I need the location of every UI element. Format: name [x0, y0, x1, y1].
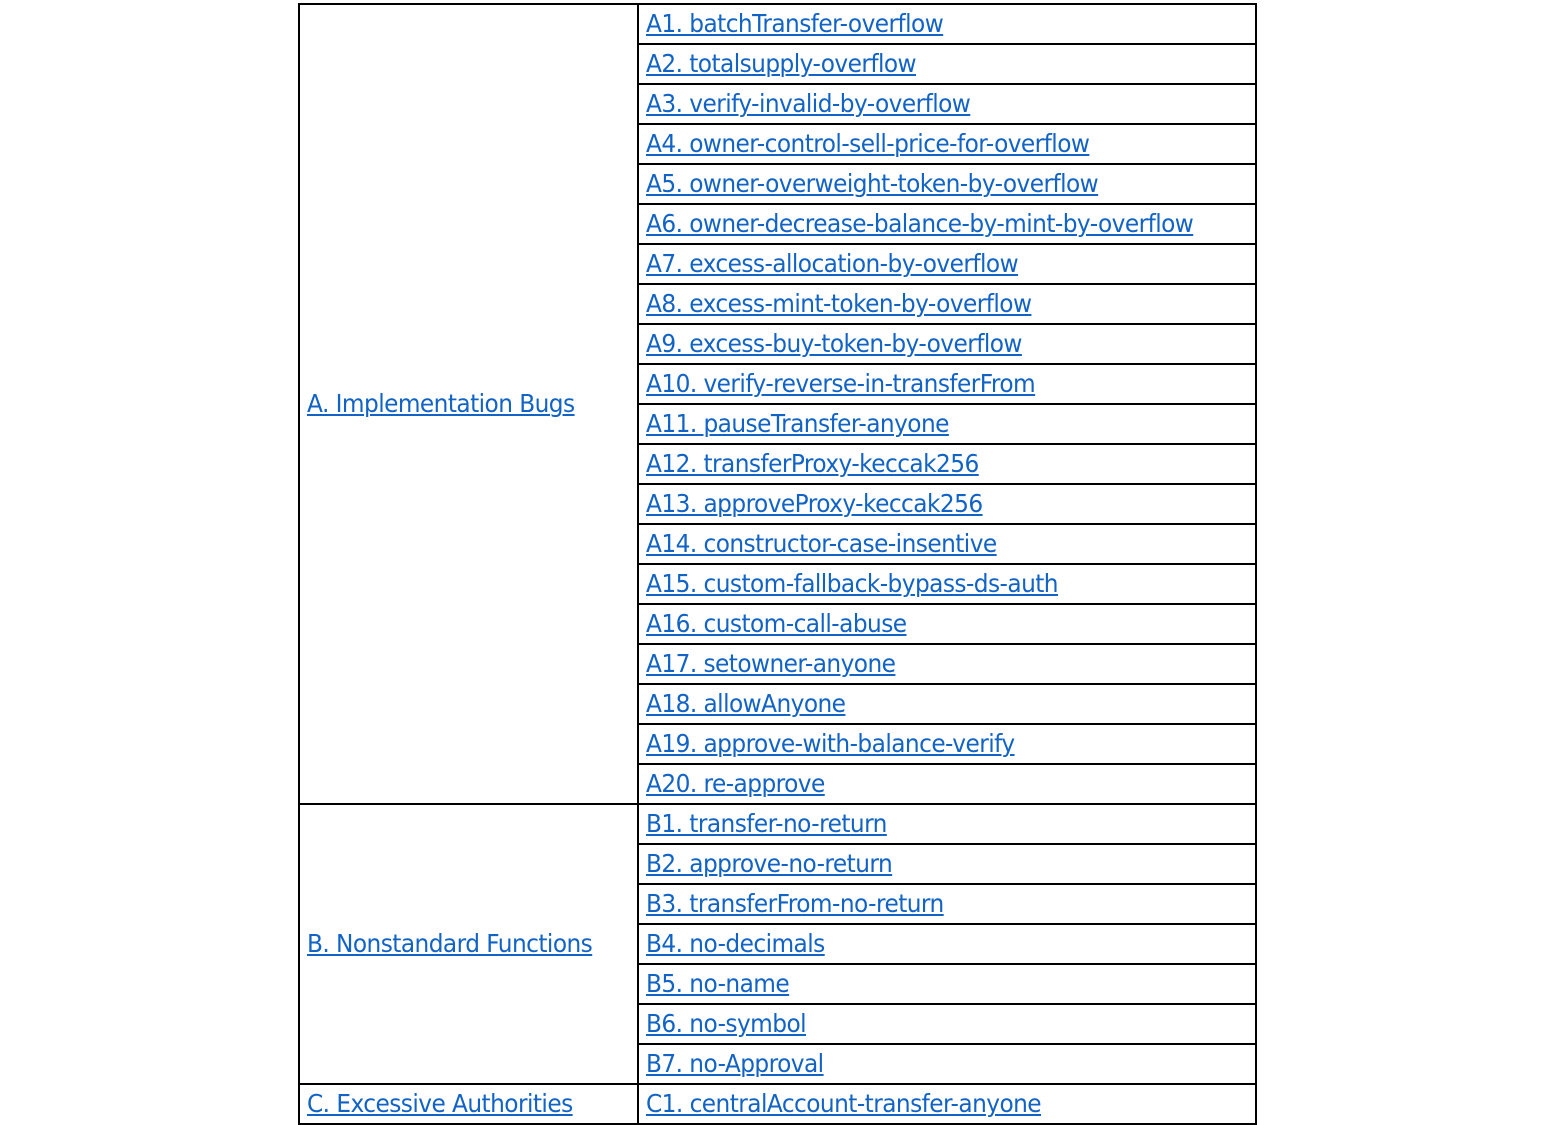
item-cell: C1. centralAccount-transfer-anyone	[637, 1083, 1257, 1125]
item-link[interactable]: A20. re-approve	[646, 770, 825, 797]
item-cell: A9. excess-buy-token-by-overflow	[637, 323, 1257, 365]
item-cell: A7. excess-allocation-by-overflow	[637, 243, 1257, 285]
item-link[interactable]: A9. excess-buy-token-by-overflow	[646, 330, 1022, 357]
item-link[interactable]: B1. transfer-no-return	[646, 810, 887, 837]
item-link[interactable]: A17. setowner-anyone	[646, 650, 896, 677]
item-link[interactable]: B5. no-name	[646, 970, 790, 997]
page-root: A. Implementation Bugs A1. batchTransfer-…	[0, 0, 1564, 1125]
item-link[interactable]: A7. excess-allocation-by-overflow	[646, 250, 1019, 277]
item-cell: B6. no-symbol	[637, 1003, 1257, 1045]
item-cell: A10. verify-reverse-in-transferFrom	[637, 363, 1257, 405]
item-link[interactable]: A11. pauseTransfer-anyone	[646, 410, 949, 437]
item-link[interactable]: A3. verify-invalid-by-overflow	[646, 90, 971, 117]
item-cell: A1. batchTransfer-overflow	[637, 3, 1257, 45]
item-cell: A20. re-approve	[637, 763, 1257, 805]
item-link[interactable]: B3. transferFrom-no-return	[646, 890, 944, 917]
item-cell: A8. excess-mint-token-by-overflow	[637, 283, 1257, 325]
category-cell: C. Excessive Authorities	[298, 1083, 639, 1125]
item-cell: A3. verify-invalid-by-overflow	[637, 83, 1257, 125]
item-cell: A19. approve-with-balance-verify	[637, 723, 1257, 765]
category-link[interactable]: A. Implementation Bugs	[307, 390, 575, 417]
item-link[interactable]: A19. approve-with-balance-verify	[646, 730, 1015, 757]
item-cell: B4. no-decimals	[637, 923, 1257, 965]
item-link[interactable]: B2. approve-no-return	[646, 850, 893, 877]
item-link[interactable]: A10. verify-reverse-in-transferFrom	[646, 370, 1036, 397]
bug-taxonomy-table: A. Implementation Bugs A1. batchTransfer-…	[298, 3, 1257, 1125]
item-cell: A15. custom-fallback-bypass-ds-auth	[637, 563, 1257, 605]
item-cell: A5. owner-overweight-token-by-overflow	[637, 163, 1257, 205]
item-cell: A11. pauseTransfer-anyone	[637, 403, 1257, 445]
category-link[interactable]: C. Excessive Authorities	[307, 1090, 573, 1117]
item-link[interactable]: A18. allowAnyone	[646, 690, 846, 717]
item-link[interactable]: A6. owner-decrease-balance-by-mint-by-ov…	[646, 210, 1194, 237]
item-cell: A4. owner-control-sell-price-for-overflo…	[637, 123, 1257, 165]
item-link[interactable]: B6. no-symbol	[646, 1010, 807, 1037]
item-cell: A13. approveProxy-keccak256	[637, 483, 1257, 525]
category-cell: A. Implementation Bugs	[298, 3, 639, 805]
item-link[interactable]: A2. totalsupply-overflow	[646, 50, 917, 77]
item-cell: A18. allowAnyone	[637, 683, 1257, 725]
item-link[interactable]: A1. batchTransfer-overflow	[646, 10, 944, 37]
item-cell: A2. totalsupply-overflow	[637, 43, 1257, 85]
item-cell: B1. transfer-no-return	[637, 803, 1257, 845]
item-link[interactable]: A4. owner-control-sell-price-for-overflo…	[646, 130, 1090, 157]
table-row: A. Implementation Bugs A1. batchTransfer-…	[298, 3, 1257, 805]
item-link[interactable]: A13. approveProxy-keccak256	[646, 490, 983, 517]
item-cell: B2. approve-no-return	[637, 843, 1257, 885]
item-link[interactable]: C1. centralAccount-transfer-anyone	[646, 1090, 1042, 1117]
category-link[interactable]: B. Nonstandard Functions	[307, 930, 593, 957]
item-cell: A16. custom-call-abuse	[637, 603, 1257, 645]
item-link[interactable]: A14. constructor-case-insentive	[646, 530, 997, 557]
item-cell: B5. no-name	[637, 963, 1257, 1005]
item-link[interactable]: A8. excess-mint-token-by-overflow	[646, 290, 1032, 317]
taxonomy-table-container: A. Implementation Bugs A1. batchTransfer-…	[298, 3, 1257, 1125]
item-link[interactable]: B7. no-Approval	[646, 1050, 824, 1077]
item-cell: A17. setowner-anyone	[637, 643, 1257, 685]
item-link[interactable]: A15. custom-fallback-bypass-ds-auth	[646, 570, 1059, 597]
item-link[interactable]: B4. no-decimals	[646, 930, 825, 957]
item-cell: B3. transferFrom-no-return	[637, 883, 1257, 925]
table-row: C. Excessive Authorities C1. centralAccou…	[298, 1083, 1257, 1125]
item-link[interactable]: A12. transferProxy-keccak256	[646, 450, 979, 477]
item-link[interactable]: A5. owner-overweight-token-by-overflow	[646, 170, 1099, 197]
item-cell: A14. constructor-case-insentive	[637, 523, 1257, 565]
category-cell: B. Nonstandard Functions	[298, 803, 639, 1085]
item-cell: B7. no-Approval	[637, 1043, 1257, 1085]
table-row: B. Nonstandard Functions B1. transfer-no-…	[298, 803, 1257, 1085]
item-link[interactable]: A16. custom-call-abuse	[646, 610, 907, 637]
taxonomy-table-body: A. Implementation Bugs A1. batchTransfer-…	[298, 3, 1257, 1125]
item-cell: A6. owner-decrease-balance-by-mint-by-ov…	[637, 203, 1257, 245]
item-cell: A12. transferProxy-keccak256	[637, 443, 1257, 485]
